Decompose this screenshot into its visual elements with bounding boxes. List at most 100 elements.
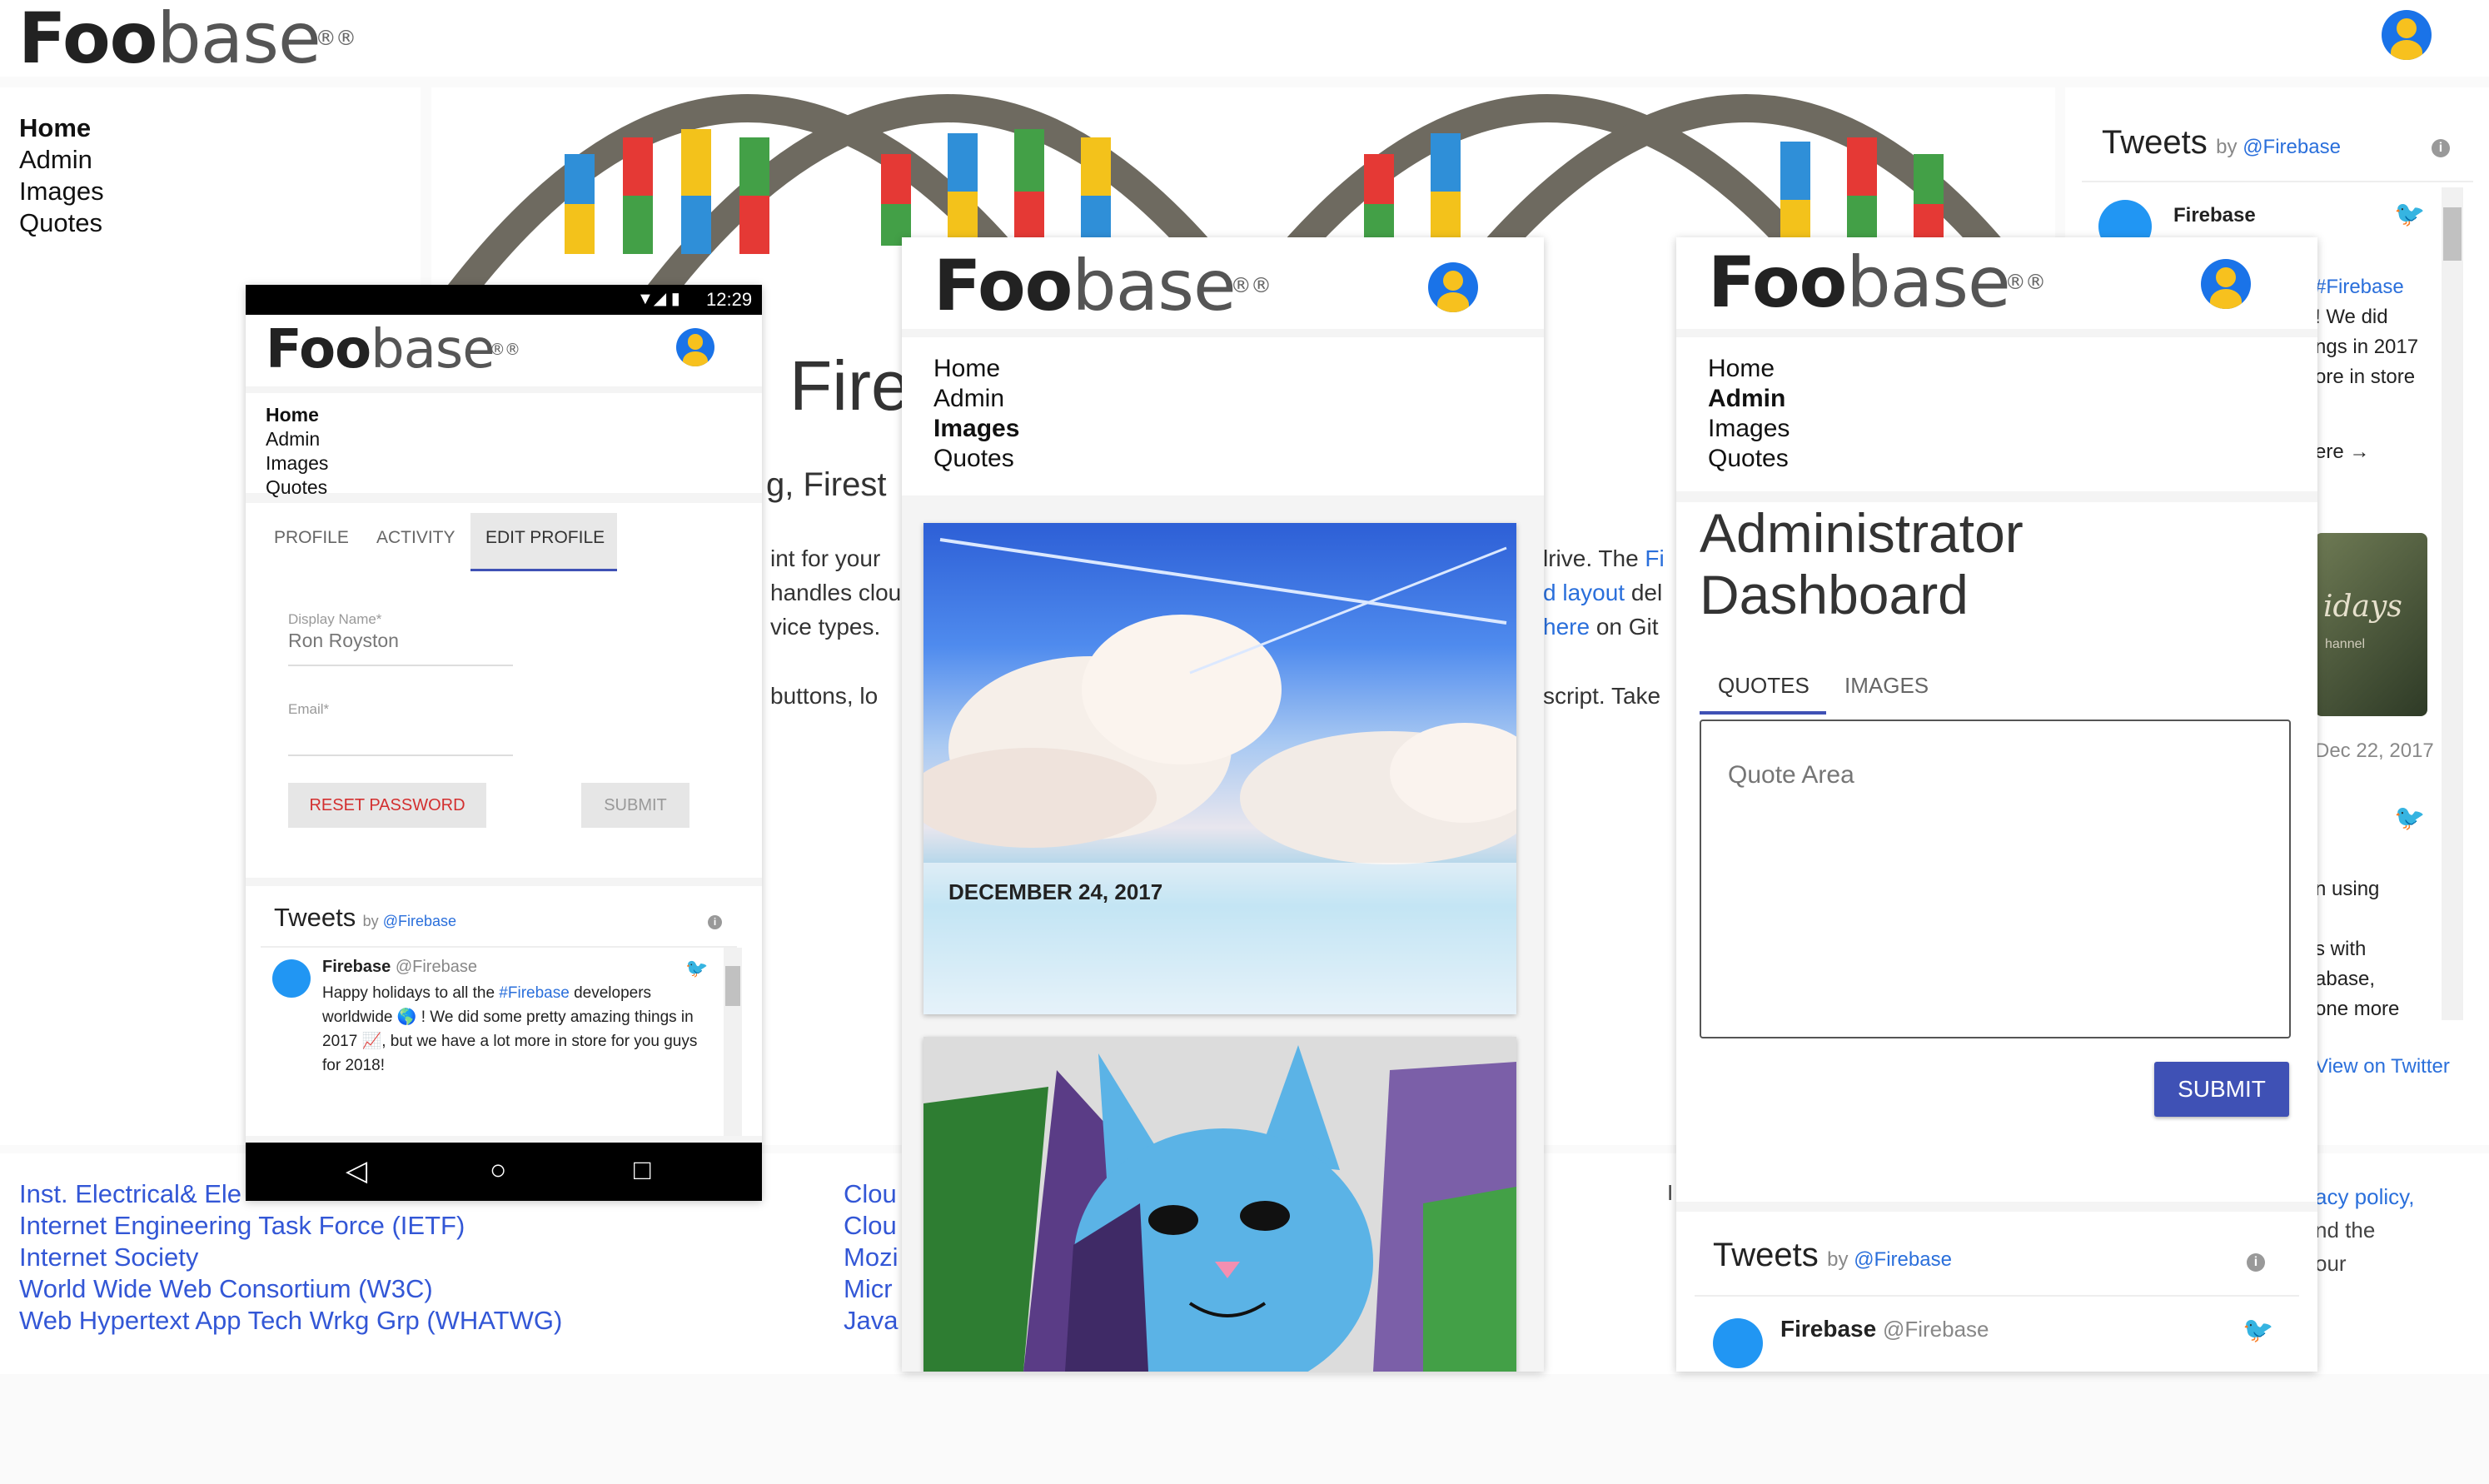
brand-logo[interactable]: Foobase®® xyxy=(1708,244,2046,321)
tweets-handle-link[interactable]: @Firebase xyxy=(2243,136,2341,158)
nav-home[interactable]: Home xyxy=(19,112,104,144)
hero-right-line: on Git xyxy=(1590,614,1659,640)
admin-tweets: Tweets by @Firebase i Firebase @Firebase… xyxy=(1676,1212,2317,1372)
nav-quotes[interactable]: Quotes xyxy=(1708,444,2286,474)
footer-link[interactable]: Micr xyxy=(844,1273,898,1305)
profile-tabs: PROFILE ACTIVITY EDIT PROFILE xyxy=(246,503,762,571)
hero-body-left: int for your handles clou vice types. bu… xyxy=(770,541,901,713)
nav-images[interactable]: Images xyxy=(19,176,104,207)
footer-col-4: acy policy, nd the our xyxy=(2315,1180,2414,1280)
tweet-snippets: #Firebase ! We did ngs in 2017 ore in st… xyxy=(2315,272,2418,467)
hero-link[interactable]: Fi xyxy=(1645,545,1664,571)
nav-quotes[interactable]: Quotes xyxy=(19,207,104,239)
brand-bold: Foo xyxy=(266,319,371,381)
submit-button[interactable]: SUBMIT xyxy=(2154,1062,2289,1117)
tab-images[interactable]: IMAGES xyxy=(1844,673,1929,699)
nav-quotes[interactable]: Quotes xyxy=(266,476,742,500)
footer-link[interactable]: Clou xyxy=(844,1178,898,1210)
nav-home[interactable]: Home xyxy=(933,354,1512,384)
privacy-policy-link[interactable]: acy policy, xyxy=(2315,1180,2414,1213)
clouds-image[interactable]: DECEMBER 24, 2017 xyxy=(923,523,1516,1014)
footer-link[interactable]: Clou xyxy=(844,1210,898,1242)
nav-images[interactable]: Images xyxy=(266,451,742,476)
user-avatar-icon[interactable] xyxy=(676,328,714,366)
scrollbar-thumb[interactable] xyxy=(725,966,740,1006)
hero-title: Fire xyxy=(789,346,910,425)
tweets-title: Tweets xyxy=(1713,1237,1819,1273)
nav-admin[interactable]: Admin xyxy=(933,384,1512,414)
hero-link[interactable]: here xyxy=(1543,614,1590,640)
info-icon[interactable]: i xyxy=(2247,1253,2265,1272)
user-avatar-icon[interactable] xyxy=(1428,262,1478,312)
tweets-handle-link[interactable]: @Firebase xyxy=(383,913,456,929)
tab-activity[interactable]: ACTIVITY xyxy=(376,528,455,548)
brand-logo[interactable]: Foobase®® xyxy=(933,247,1272,324)
phone-status-bar: ▼◢ ▮ 12:29 xyxy=(246,285,762,315)
tweet-line: n using xyxy=(2315,878,2380,900)
nav-admin[interactable]: Admin xyxy=(1708,384,2286,414)
admin-app-bar: Foobase®® xyxy=(1676,237,2317,329)
recents-icon[interactable]: □ xyxy=(634,1154,651,1187)
brand-logo[interactable]: Foobase®® xyxy=(18,0,356,77)
footer-link[interactable]: World Wide Web Consortium (W3C) xyxy=(19,1273,562,1305)
tweet-handle[interactable]: @Firebase xyxy=(396,958,477,976)
tweets-scrollbar[interactable] xyxy=(724,948,742,1136)
phone-tweets: Tweets by @Firebase i Firebase @Firebase… xyxy=(246,886,762,1136)
footer-link[interactable]: Mozi xyxy=(844,1242,898,1273)
nav-home[interactable]: Home xyxy=(266,403,742,427)
tweets-scrollbar[interactable] xyxy=(2442,187,2463,1020)
footer-link[interactable]: Internet Engineering Task Force (IETF) xyxy=(19,1210,562,1242)
back-icon[interactable]: ◁ xyxy=(346,1154,367,1188)
nav-images[interactable]: Images xyxy=(933,414,1512,444)
scrollbar-thumb[interactable] xyxy=(2443,207,2462,261)
display-name-field[interactable]: Ron Royston xyxy=(288,630,513,666)
nav-images[interactable]: Images xyxy=(1708,414,2286,444)
tab-quotes[interactable]: QUOTES xyxy=(1700,656,1826,715)
image-date: DECEMBER 24, 2017 xyxy=(948,879,1163,904)
reset-password-button[interactable]: RESET PASSWORD xyxy=(288,783,486,828)
tweets-handle-link[interactable]: @Firebase xyxy=(1854,1248,1952,1271)
tweet-handle[interactable]: @Firebase xyxy=(1883,1317,1989,1342)
tweets-title: Tweets xyxy=(2102,124,2208,161)
footer-link[interactable]: Internet Society xyxy=(19,1242,562,1273)
tweets-by: by xyxy=(2216,136,2243,158)
info-icon[interactable]: i xyxy=(2432,139,2450,157)
tweet-line: ngs in 2017 xyxy=(2315,336,2419,358)
cat-art-image[interactable] xyxy=(923,1037,1516,1372)
user-avatar-icon[interactable] xyxy=(2201,259,2251,309)
tweet-link[interactable]: ere → xyxy=(2315,437,2418,467)
footer-link[interactable]: Java xyxy=(844,1305,898,1337)
divider xyxy=(2082,181,2473,182)
nav-quotes[interactable]: Quotes xyxy=(933,444,1512,474)
firebase-avatar-icon xyxy=(1713,1318,1763,1368)
brand-light: base xyxy=(157,0,321,79)
home-icon[interactable]: ○ xyxy=(490,1154,507,1187)
info-icon[interactable]: i xyxy=(708,915,722,929)
tweet-line: ! We did xyxy=(2315,306,2388,328)
submit-button[interactable]: SUBMIT xyxy=(581,783,689,828)
nav-admin[interactable]: Admin xyxy=(266,427,742,451)
brand-bold: Foo xyxy=(18,0,157,79)
tweet-hashtag[interactable]: #Firebase xyxy=(499,984,570,1002)
tab-profile[interactable]: PROFILE xyxy=(274,528,349,548)
tweet-image-caption: idays xyxy=(2323,590,2402,624)
tweet-hashtag[interactable]: #Firebase xyxy=(2315,272,2418,302)
tweet-snippets-2: n using s with abase, one more xyxy=(2315,874,2399,1024)
images-panel: Foobase®® Home Admin Images Quotes DECEM… xyxy=(902,237,1544,1372)
hero-link[interactable]: d layout xyxy=(1543,580,1625,605)
hero-left-line: handles clou xyxy=(770,580,902,605)
nav-admin[interactable]: Admin xyxy=(19,144,104,176)
view-on-twitter-link[interactable]: View on Twitter xyxy=(2315,1055,2450,1078)
footer-col-2: Clou Clou Mozi Micr Java xyxy=(844,1178,898,1337)
email-field[interactable] xyxy=(288,720,513,756)
footer-text: our xyxy=(2315,1251,2347,1276)
twitter-bird-icon: 🐦 xyxy=(2243,1317,2274,1344)
tab-edit-profile[interactable]: EDIT PROFILE xyxy=(470,513,617,571)
tweet-image[interactable]: idays hannel xyxy=(2315,533,2427,716)
user-avatar-icon[interactable] xyxy=(2382,10,2432,60)
quote-area-textarea[interactable] xyxy=(1700,720,2291,1038)
tweet-author: Firebase xyxy=(322,958,391,976)
brand-logo[interactable]: Foobase®® xyxy=(266,318,520,381)
nav-home[interactable]: Home xyxy=(1708,354,2286,384)
footer-link[interactable]: Web Hypertext App Tech Wrkg Grp (WHATWG) xyxy=(19,1305,562,1337)
